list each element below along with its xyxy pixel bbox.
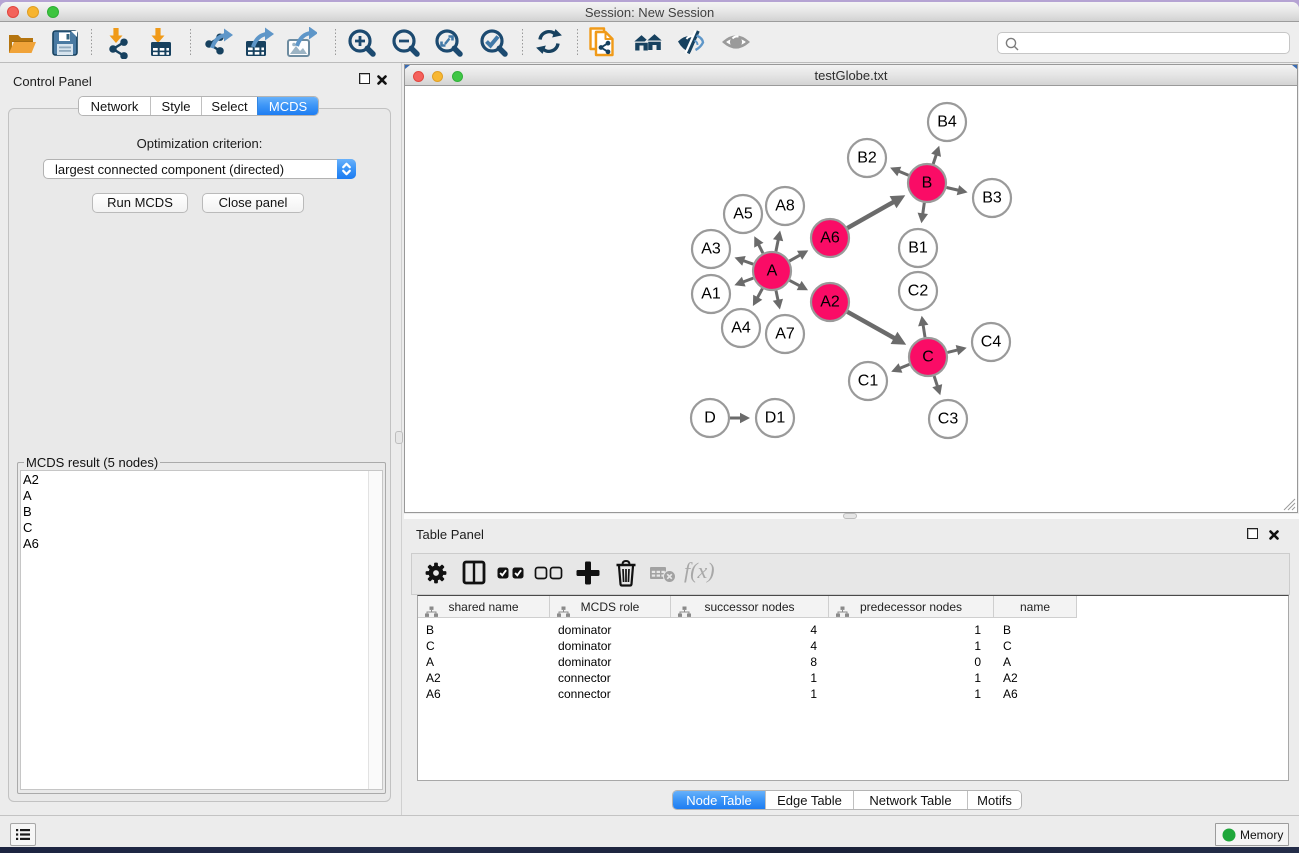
svg-text:A5: A5 [733,206,753,223]
svg-text:C: C [922,349,934,366]
svg-text:A2: A2 [820,294,840,311]
svg-text:A7: A7 [775,326,795,343]
svg-text:D: D [704,410,716,427]
svg-text:A3: A3 [701,241,721,258]
svg-text:C4: C4 [981,334,1002,351]
svg-text:B1: B1 [908,240,928,257]
svg-text:B: B [922,175,933,192]
svg-text:D1: D1 [765,410,786,427]
svg-text:A8: A8 [775,198,795,215]
svg-text:A: A [767,263,778,280]
svg-text:B4: B4 [937,114,957,131]
svg-text:B3: B3 [982,190,1002,207]
svg-text:C3: C3 [938,411,959,428]
svg-text:C1: C1 [858,373,879,390]
svg-text:C2: C2 [908,283,929,300]
svg-text:B2: B2 [857,150,877,167]
svg-text:A4: A4 [731,320,751,337]
svg-text:A1: A1 [701,286,721,303]
svg-text:A6: A6 [820,230,840,247]
